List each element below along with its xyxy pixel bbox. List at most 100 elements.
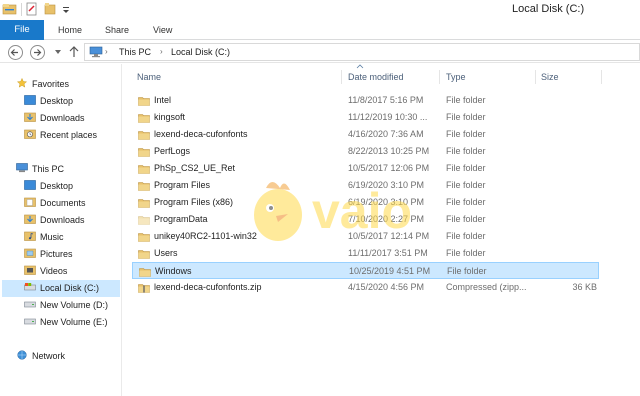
- ribbon-tabs: File Home Share View: [0, 20, 640, 40]
- title-bar: Local Disk (C:): [0, 0, 640, 20]
- file-type: File folder: [446, 129, 486, 139]
- navigation-pane: Favorites Desktop Downloads Recent place…: [0, 64, 122, 396]
- nav-item-recent-places[interactable]: Recent places: [24, 127, 97, 144]
- nav-item-downloads-pc[interactable]: Downloads: [24, 212, 85, 229]
- this-pc-icon: [16, 163, 28, 173]
- folder-icon: [138, 97, 150, 106]
- new-folder-icon[interactable]: [44, 2, 56, 16]
- nav-item-desktop[interactable]: Desktop: [24, 93, 73, 110]
- recent-locations-icon[interactable]: [54, 49, 62, 55]
- music-icon: [24, 231, 36, 241]
- column-divider[interactable]: [341, 70, 342, 84]
- folder-icon: [138, 233, 150, 242]
- explorer-app-icon[interactable]: [2, 2, 18, 16]
- drive-icon: [24, 283, 36, 291]
- nav-item-local-disk-c[interactable]: Local Disk (C:): [2, 280, 120, 297]
- nav-item-new-volume-e[interactable]: New Volume (E:): [24, 314, 108, 331]
- nav-item-desktop-pc[interactable]: Desktop: [24, 178, 73, 195]
- file-row[interactable]: kingsoft 11/12/2019 10:30 ... File folder: [132, 109, 599, 126]
- file-name: PerfLogs: [154, 146, 191, 156]
- folder-icon: [138, 148, 150, 157]
- breadcrumb-local-disk[interactable]: Local Disk (C:): [171, 47, 230, 57]
- address-bar[interactable]: › This PC › Local Disk (C:): [84, 43, 640, 61]
- recent-places-icon: [24, 129, 36, 139]
- chick-mascot-icon: [254, 182, 302, 241]
- downloads-icon: [24, 214, 36, 224]
- nav-label: Downloads: [40, 215, 85, 225]
- column-divider[interactable]: [439, 70, 440, 84]
- column-divider[interactable]: [601, 70, 602, 84]
- nav-label: Recent places: [40, 130, 98, 140]
- tab-file[interactable]: File: [0, 20, 44, 40]
- column-name[interactable]: Name: [137, 72, 161, 82]
- properties-icon[interactable]: [26, 2, 38, 16]
- pictures-icon: [24, 248, 36, 258]
- nav-label: This PC: [32, 164, 65, 174]
- file-row[interactable]: lexend-deca-cufonfonts 4/16/2020 7:36 AM F…: [132, 126, 599, 143]
- nav-item-music[interactable]: Music: [24, 229, 64, 246]
- file-row[interactable]: Intel 11/8/2017 5:16 PM File folder: [132, 92, 599, 109]
- back-arrow-icon: [10, 49, 18, 56]
- folder-icon: [138, 182, 150, 191]
- breadcrumb-this-pc[interactable]: This PC: [119, 47, 151, 57]
- desktop-icon: [24, 180, 36, 190]
- sort-ascending-icon: [356, 64, 364, 69]
- nav-label: Network: [32, 351, 66, 361]
- nav-item-documents[interactable]: Documents: [24, 195, 86, 212]
- nav-item-new-volume-d[interactable]: New Volume (D:): [24, 297, 108, 314]
- back-button[interactable]: [8, 45, 23, 60]
- file-name: Windows: [155, 266, 192, 276]
- file-name: kingsoft: [154, 112, 186, 122]
- file-type: File folder: [446, 112, 486, 122]
- forward-arrow-icon: [34, 49, 42, 56]
- file-row[interactable]: lexend-deca-cufonfonts.zip 4/15/2020 4:56…: [132, 279, 599, 296]
- folder-icon: [138, 216, 150, 225]
- nav-label: New Volume (D:): [40, 300, 109, 310]
- column-divider[interactable]: [535, 70, 536, 84]
- nav-item-videos[interactable]: Videos: [24, 263, 67, 280]
- folder-icon: [139, 268, 151, 277]
- column-size[interactable]: Size: [541, 72, 559, 82]
- nav-label: Desktop: [40, 181, 74, 191]
- drive-icon: [24, 301, 36, 308]
- address-row: › This PC › Local Disk (C:): [0, 41, 640, 63]
- nav-label: New Volume (E:): [40, 317, 108, 327]
- watermark: vaio: [254, 182, 412, 241]
- nav-this-pc[interactable]: This PC: [16, 161, 64, 178]
- nav-item-downloads[interactable]: Downloads: [24, 110, 85, 127]
- file-type: File folder: [446, 95, 486, 105]
- tab-share[interactable]: Share: [105, 20, 129, 40]
- tab-view[interactable]: View: [153, 20, 172, 40]
- file-name: PhSp_CS2_UE_Ret: [154, 163, 236, 173]
- downloads-icon: [24, 112, 36, 122]
- drive-icon: [24, 318, 36, 325]
- watermark-text: vaio: [312, 183, 412, 239]
- forward-button[interactable]: [30, 45, 45, 60]
- nav-label: Videos: [40, 266, 68, 276]
- breadcrumb-separator[interactable]: ›: [160, 47, 163, 56]
- folder-icon: [138, 250, 150, 259]
- nav-network[interactable]: Network: [16, 348, 65, 365]
- this-pc-icon: [89, 46, 103, 58]
- quick-access-separator: [21, 3, 22, 16]
- column-date-modified[interactable]: Date modified: [348, 72, 404, 82]
- nav-favorites[interactable]: Favorites: [16, 76, 69, 93]
- file-name: Program Files (x86): [154, 197, 234, 207]
- file-name: Users: [154, 248, 178, 258]
- nav-label: Local Disk (C:): [40, 283, 100, 293]
- file-size: 36 KB: [572, 282, 597, 292]
- column-type[interactable]: Type: [446, 72, 466, 82]
- file-date-modified: 8/22/2013 10:25 PM: [348, 146, 430, 156]
- file-row[interactable]: Windows 10/25/2019 4:51 PM File folder: [132, 262, 599, 279]
- desktop-icon: [24, 95, 36, 105]
- file-row[interactable]: PerfLogs 8/22/2013 10:25 PM File folder: [132, 143, 599, 160]
- customize-quick-access-icon[interactable]: [61, 2, 71, 16]
- folder-icon: [138, 114, 150, 123]
- folder-icon: [138, 165, 150, 174]
- up-arrow-icon[interactable]: [68, 45, 80, 59]
- nav-item-pictures[interactable]: Pictures: [24, 246, 73, 263]
- tab-home[interactable]: Home: [58, 20, 82, 40]
- breadcrumb-separator[interactable]: ›: [105, 47, 108, 56]
- nav-label: Pictures: [40, 249, 73, 259]
- file-name: lexend-deca-cufonfonts.zip: [154, 282, 262, 292]
